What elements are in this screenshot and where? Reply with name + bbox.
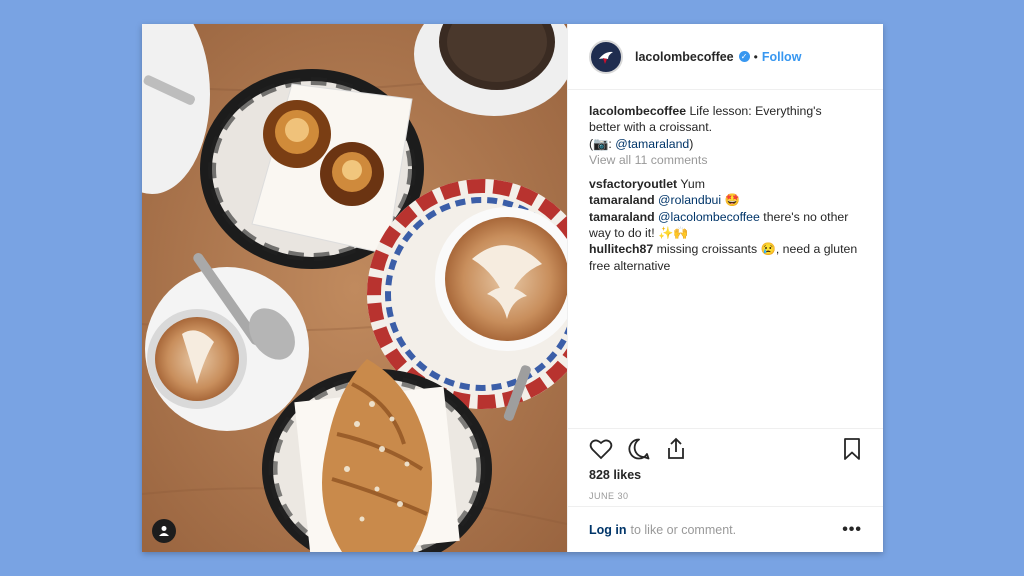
comment-item: hullitech87 missing croissants 😢, need a… [589,241,862,274]
action-bar: 828 likes JUNE 30 [568,428,883,501]
post-photo[interactable] [142,24,567,552]
comment-text-end: 🤩 [721,193,740,208]
post-header: lacolombecoffee ✓ • Follow [568,24,883,90]
credit-suffix: ) [689,136,694,151]
comment-text: Yum [677,177,705,192]
comment-username[interactable]: tamaraland [589,210,655,224]
verified-badge-icon: ✓ [738,51,750,62]
likes-count[interactable]: 828 likes [589,468,862,482]
caption-username[interactable]: lacolombecoffee [589,104,686,118]
credit-prefix: (📷: [589,136,616,151]
comment-username[interactable]: hullitech87 [589,242,653,256]
follow-button[interactable]: Follow [762,50,802,64]
comment-icon[interactable] [627,437,651,461]
coffee-croissant-photo [142,24,567,552]
person-icon [159,526,169,536]
login-text: to like or comment. [630,522,737,537]
username[interactable]: lacolombecoffee [635,50,734,64]
more-options-icon[interactable]: ••• [842,521,862,539]
instagram-post: lacolombecoffee ✓ • Follow lacolombecoff… [142,24,883,552]
share-icon[interactable] [665,437,687,461]
comment-username[interactable]: vsfactoryoutlet [589,177,677,191]
heart-icon[interactable] [589,438,613,460]
caption: lacolombecoffee Life lesson: Everything'… [589,103,862,152]
avatar[interactable] [589,39,623,74]
comment-item: tamaraland @lacolombecoffee there's no o… [589,209,862,242]
comment-item: vsfactoryoutlet Yum [589,176,862,192]
login-bar: Log in to like or comment. ••• [568,506,883,552]
comment-mention[interactable]: @rolandbui [658,193,721,207]
view-all-comments-link[interactable]: View all 11 comments [589,152,862,168]
credit-mention[interactable]: @tamaraland [615,137,689,151]
action-icons [589,429,862,469]
bookmark-icon[interactable] [842,437,862,461]
separator-dot: • [753,49,758,64]
caption-text-2: better with a croissant. [589,120,713,135]
comments-section: lacolombecoffee Life lesson: Everything'… [568,90,883,274]
post-date: JUNE 30 [589,491,629,501]
comment-item: tamaraland @rolandbui 🤩 [589,192,862,208]
comment-username[interactable]: tamaraland [589,193,655,207]
login-link[interactable]: Log in [589,523,627,537]
comment-mention[interactable]: @lacolombecoffee [658,210,760,224]
caption-text-1: Life lesson: Everything's [686,104,822,118]
dove-logo-icon [599,51,613,64]
user-tag-icon[interactable] [152,519,176,543]
post-sidebar: lacolombecoffee ✓ • Follow lacolombecoff… [567,24,883,552]
